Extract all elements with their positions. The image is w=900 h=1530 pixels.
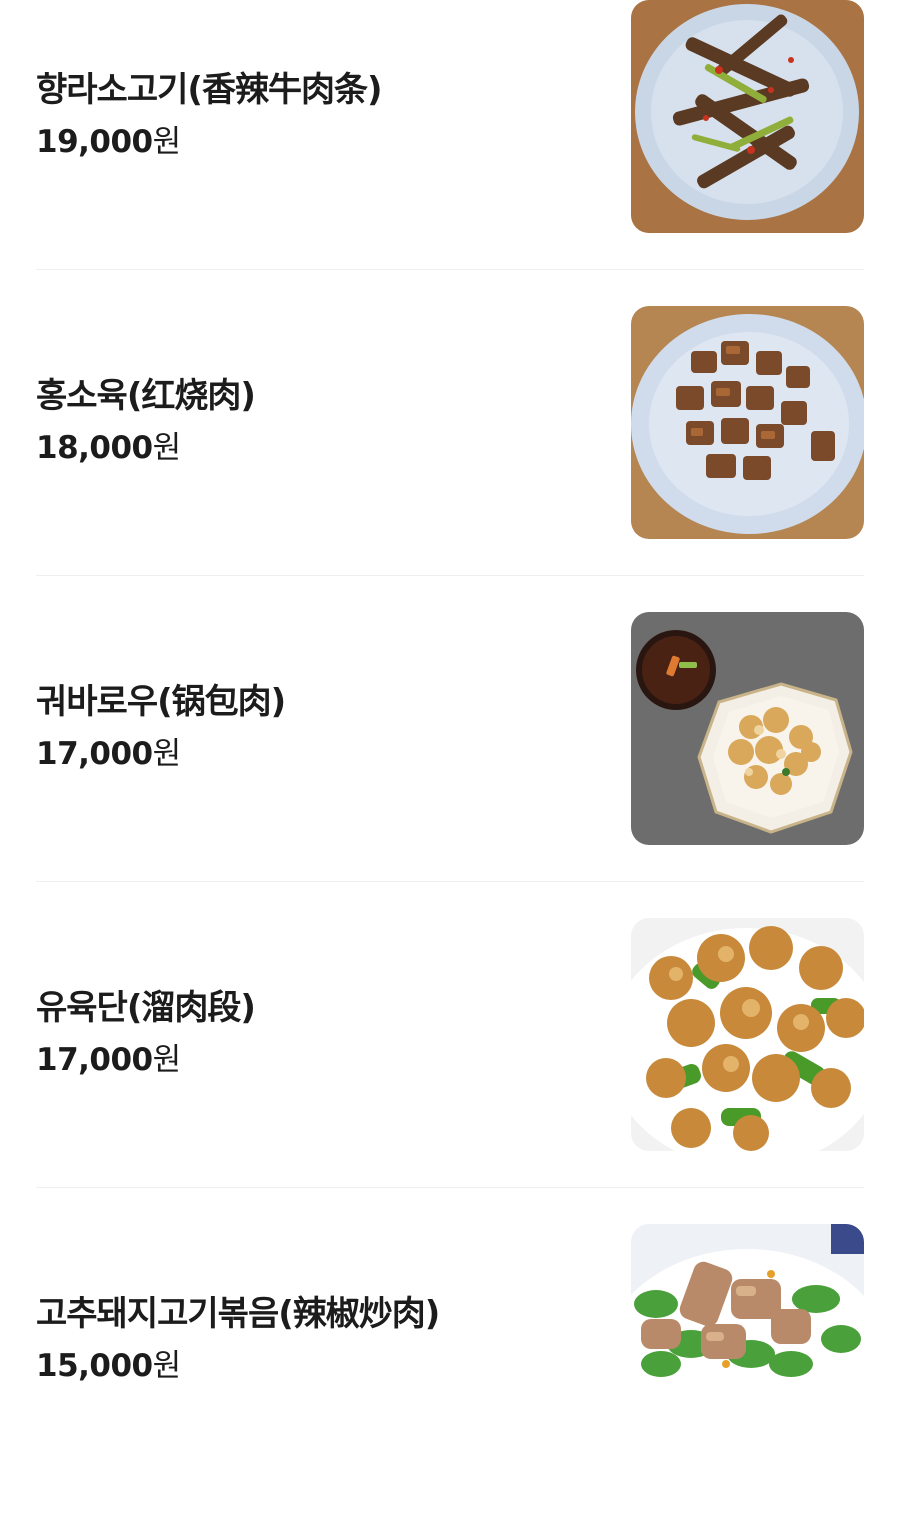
menu-item-spicy-beef[interactable]: 향라소고기(香辣牛肉条) 19,000원 bbox=[0, 0, 900, 306]
price-currency: 원 bbox=[152, 1348, 182, 1384]
price-value: 15,000 bbox=[36, 1348, 153, 1384]
price-value: 19,000 bbox=[36, 124, 153, 160]
menu-item-text: 홍소육(红烧肉) 18,000원 bbox=[36, 374, 596, 468]
menu-list: 향라소고기(香辣牛肉条) 19,000원 홍소육(红烧肉) 18,000원 궈바… bbox=[0, 0, 900, 1530]
menu-item-pepper-pork[interactable]: 고추돼지고기볶음(辣椒炒肉) 15,000원 bbox=[0, 1224, 900, 1530]
menu-item-text: 향라소고기(香辣牛肉条) 19,000원 bbox=[36, 68, 596, 162]
menu-item-guobaorou[interactable]: 궈바로우(锅包肉) 17,000원 bbox=[0, 612, 900, 918]
menu-item-name: 궈바로우(锅包肉) bbox=[36, 682, 286, 722]
price-currency: 원 bbox=[152, 736, 182, 772]
menu-item-braised-pork[interactable]: 홍소육(红烧肉) 18,000원 bbox=[0, 306, 900, 612]
menu-item-name: 고추돼지고기볶음(辣椒炒肉) bbox=[36, 1294, 440, 1334]
food-photo-pepper-pork[interactable] bbox=[631, 1224, 864, 1457]
menu-item-name: 유육단(溜肉段) bbox=[36, 988, 256, 1028]
menu-item-price: 17,000원 bbox=[36, 1040, 596, 1080]
menu-item-text: 궈바로우(锅包肉) 17,000원 bbox=[36, 680, 596, 774]
menu-item-text: 유육단(溜肉段) 17,000원 bbox=[36, 986, 596, 1080]
menu-item-text: 고추돼지고기볶음(辣椒炒肉) 15,000원 bbox=[36, 1292, 596, 1386]
price-value: 18,000 bbox=[36, 430, 153, 466]
menu-item-price: 17,000원 bbox=[36, 734, 596, 774]
food-photo-liuroduan[interactable] bbox=[631, 918, 864, 1151]
price-currency: 원 bbox=[152, 1042, 182, 1078]
price-currency: 원 bbox=[152, 124, 182, 160]
food-photo-braised-pork[interactable] bbox=[631, 306, 864, 539]
menu-item-price: 18,000원 bbox=[36, 428, 596, 468]
price-value: 17,000 bbox=[36, 736, 153, 772]
food-photo-spicy-beef-strips[interactable] bbox=[631, 0, 864, 233]
menu-item-liuroduan[interactable]: 유육단(溜肉段) 17,000원 bbox=[0, 918, 900, 1224]
menu-item-name: 홍소육(红烧肉) bbox=[36, 376, 256, 416]
food-photo-guobaorou[interactable] bbox=[631, 612, 864, 845]
price-value: 17,000 bbox=[36, 1042, 153, 1078]
menu-item-price: 15,000원 bbox=[36, 1346, 596, 1386]
menu-item-price: 19,000원 bbox=[36, 122, 596, 162]
menu-item-name: 향라소고기(香辣牛肉条) bbox=[36, 70, 382, 110]
price-currency: 원 bbox=[152, 430, 182, 466]
